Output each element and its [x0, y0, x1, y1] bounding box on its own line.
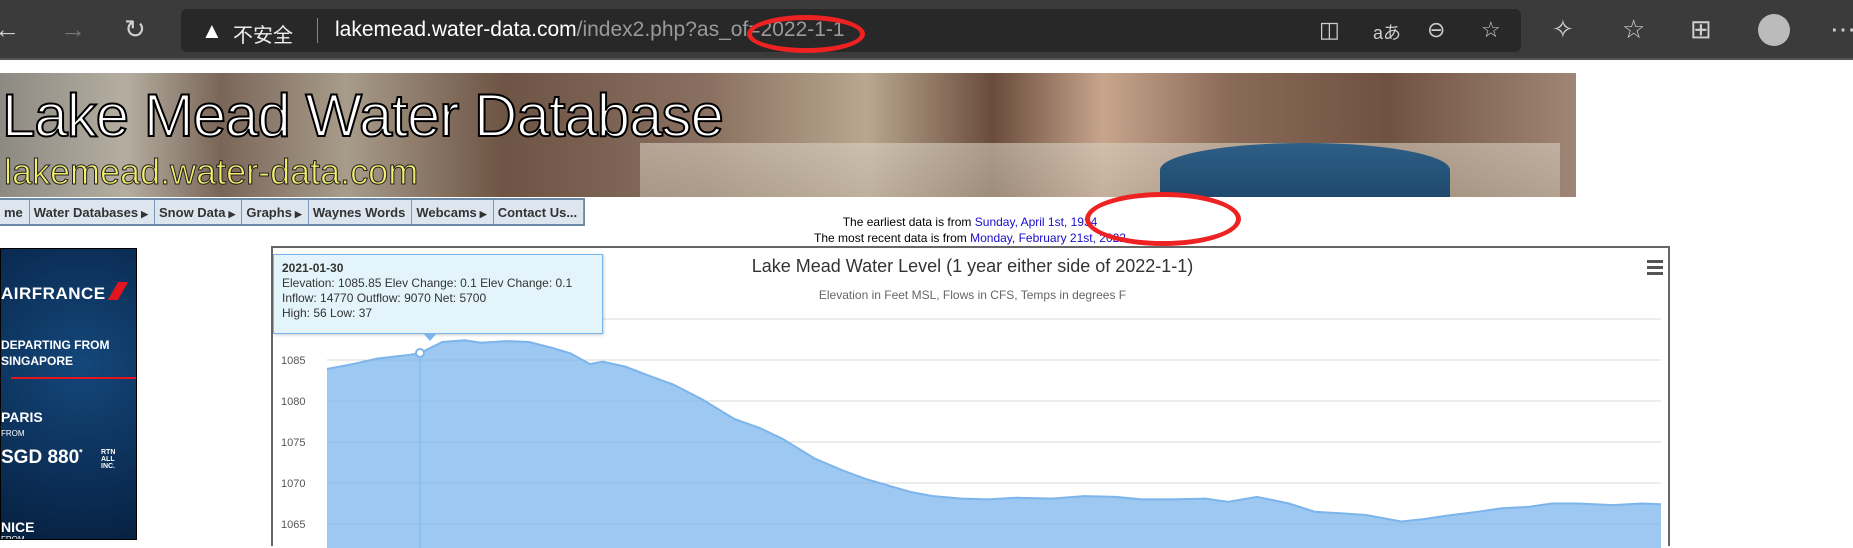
- menu-item-waynes-words[interactable]: Waynes Words: [309, 200, 413, 224]
- submenu-arrow-icon: ▶: [479, 209, 487, 219]
- menu-item-snow-data[interactable]: Snow Data ▶: [155, 200, 243, 224]
- favorites-icon[interactable]: ☆: [1622, 14, 1645, 44]
- banner-lake: [1160, 143, 1450, 197]
- ad-origin: SINGAPORE: [1, 354, 74, 368]
- translate-icon[interactable]: aあ: [1373, 19, 1401, 45]
- airfrance-ad[interactable]: AIRFRANCE DEPARTING FROM SINGAPORE PARIS …: [0, 248, 137, 540]
- ad-brand: AIRFRANCE: [1, 284, 106, 303]
- ad-logo-slash: [107, 282, 129, 300]
- chart-container: 1065 1070 1075 1080 1085 Lake Mead Water Lev…: [271, 246, 1670, 548]
- recent-label: The most recent data is from: [814, 231, 971, 245]
- menu-item-me[interactable]: me: [0, 200, 30, 224]
- tooltip-line-3: High: 56 Low: 37: [282, 306, 373, 320]
- divider: [317, 18, 318, 43]
- earliest-label: The earliest data is from: [842, 215, 975, 229]
- ad-departing: DEPARTING FROM SINGAPORE: [1, 337, 109, 369]
- ad-rtn: RTN ALL INC.: [101, 449, 115, 470]
- menu-item-label: Snow Data: [159, 205, 226, 220]
- extensions-icon[interactable]: ✧: [1552, 14, 1574, 44]
- ad-from-2: FROM: [1, 535, 25, 540]
- site-banner: Lake Mead Water Database lakemead.water-…: [0, 73, 1576, 197]
- menu-item-contact-us[interactable]: Contact Us...: [494, 200, 585, 224]
- nav-menu: me Water Databases ▶ Snow Data ▶ Graphs ▶ Wayne…: [0, 198, 586, 226]
- browser-toolbar: ← → ↻ ▲ 不安全 lakemead.water-data.com/inde…: [0, 0, 1853, 60]
- ad-price: SGD 880*: [1, 447, 83, 469]
- ad-departing-text: DEPARTING FROM: [1, 338, 110, 352]
- add-favorite-icon[interactable]: ☆: [1481, 17, 1501, 43]
- annotation-circle: [747, 15, 865, 53]
- ad-rtn-1: RTN: [101, 449, 116, 456]
- y-tick-label: 1075: [281, 437, 305, 449]
- forward-icon[interactable]: →: [60, 14, 86, 44]
- tooltip-date: 2021-01-30: [282, 261, 344, 275]
- zoom-out-icon[interactable]: ⊖: [1427, 17, 1445, 43]
- more-icon[interactable]: ⋯: [1830, 14, 1853, 44]
- menu-item-graphs[interactable]: Graphs ▶: [242, 200, 309, 224]
- menu-item-label: Water Databases: [33, 205, 139, 220]
- chart-menu-icon[interactable]: [1647, 260, 1663, 278]
- security-label[interactable]: 不安全: [233, 19, 293, 48]
- site-title: Lake Mead Water Database: [1, 81, 725, 150]
- ad-price-mark: *: [79, 447, 83, 458]
- earliest-date-link[interactable]: Sunday, April 1st, 1934: [975, 215, 1098, 229]
- ad-price-value: SGD 880: [1, 447, 80, 468]
- ad-city-paris: PARIS: [1, 409, 43, 425]
- annotation-circle: [1085, 192, 1241, 246]
- highlighted-point[interactable]: [414, 348, 425, 359]
- y-tick-label: 1065: [281, 519, 305, 531]
- tooltip-line-1: Elevation: 1085.85 Elev Change: 0.1 Elev…: [282, 276, 573, 290]
- menu-item-label: Graphs: [246, 205, 292, 220]
- immersive-reader-icon[interactable]: ◫: [1319, 17, 1340, 43]
- submenu-arrow-icon: ▶: [228, 209, 236, 219]
- profile-icon[interactable]: [1758, 14, 1790, 46]
- submenu-arrow-icon: ▶: [294, 209, 302, 219]
- tooltip-arrow: [423, 333, 437, 341]
- menu-item-label: me: [4, 205, 23, 220]
- collections-icon[interactable]: ⊞: [1690, 14, 1712, 44]
- ad-divider: [11, 377, 136, 379]
- menu-item-water-databases[interactable]: Water Databases ▶: [30, 200, 156, 224]
- warning-icon: ▲: [201, 18, 223, 43]
- tooltip-line-2: Inflow: 14770 Outflow: 9070 Net: 5700: [282, 291, 487, 305]
- back-icon[interactable]: ←: [0, 14, 20, 44]
- ad-rtn-2: ALL: [101, 456, 115, 463]
- menu-item-label: Contact Us...: [497, 205, 578, 220]
- chart-tooltip: 2021-01-30 Elevation: 1085.85 Elev Chang…: [273, 254, 603, 334]
- site-subtitle: lakemead.water-data.com: [3, 151, 419, 193]
- elevation-area: [327, 340, 1661, 548]
- y-tick-label: 1070: [281, 478, 305, 490]
- ad-city-nice: NICE: [1, 519, 35, 535]
- y-tick-label: 1080: [281, 396, 305, 408]
- refresh-icon[interactable]: ↻: [124, 14, 146, 44]
- menu-item-label: Waynes Words: [312, 205, 406, 220]
- submenu-arrow-icon: ▶: [141, 209, 149, 219]
- y-tick-label: 1085: [281, 355, 305, 367]
- ad-from: FROM: [1, 429, 25, 438]
- menu-item-label: Webcams: [416, 205, 477, 220]
- ad-rtn-3: INC.: [101, 463, 115, 470]
- menu-item-webcams[interactable]: Webcams ▶: [412, 200, 494, 224]
- url-host: lakemead.water-data.com: [335, 18, 577, 41]
